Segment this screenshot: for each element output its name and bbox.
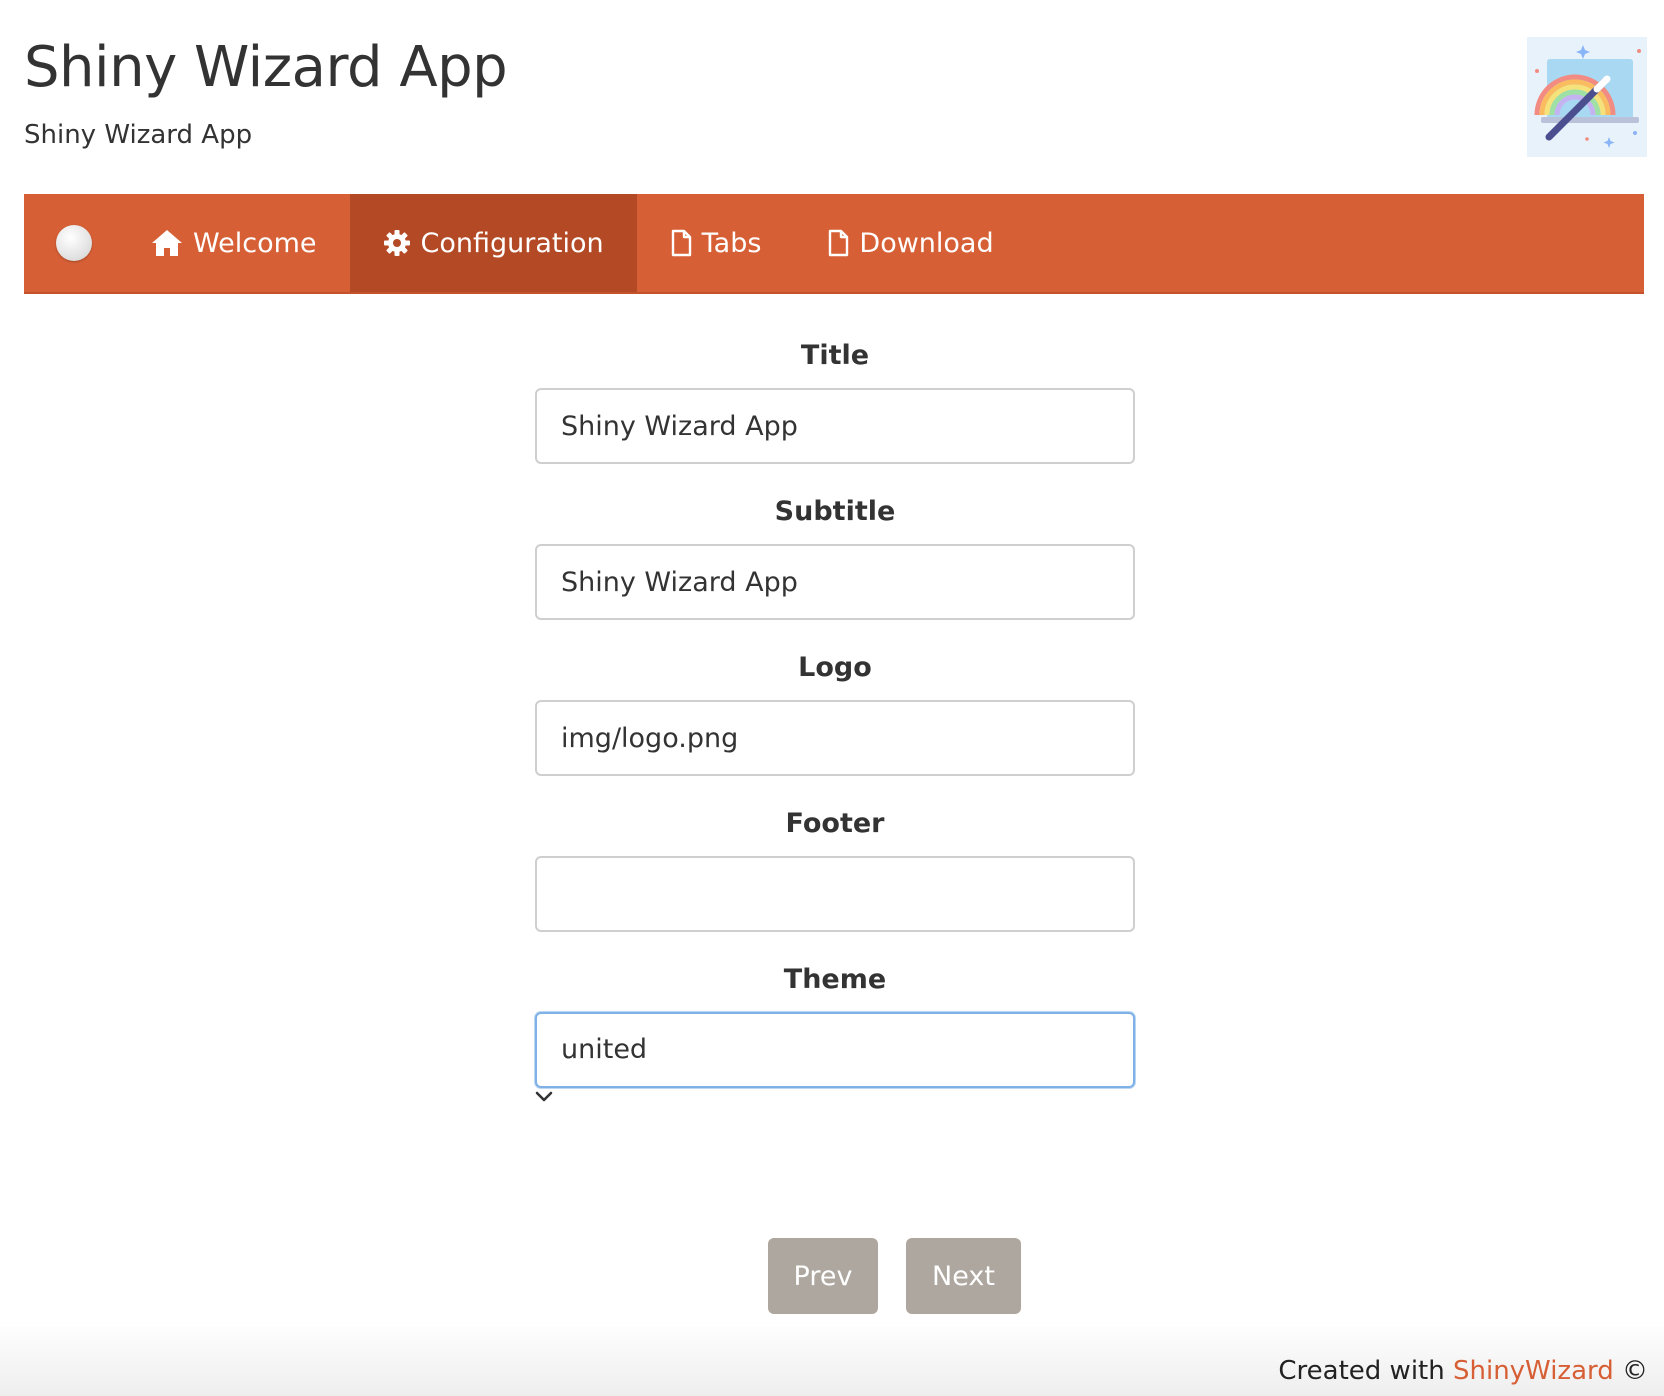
shinywizard-link[interactable]: ShinyWizard xyxy=(1453,1356,1614,1386)
tab-tabs-label: Tabs xyxy=(701,227,762,259)
subtitle-label: Subtitle xyxy=(774,496,896,527)
wizard-navigation: Prev Next xyxy=(768,1238,1021,1314)
app-title: Shiny Wizard App xyxy=(24,35,508,100)
page-footer: Created with ShinyWizard © xyxy=(0,1320,1664,1396)
tab-tabs[interactable]: Tabs xyxy=(637,194,795,292)
logo-field: Logo xyxy=(535,642,1135,776)
navbar-toggle-button[interactable] xyxy=(24,194,124,292)
theme-select-value[interactable]: united xyxy=(535,1012,1135,1088)
rainbow-wand-logo-icon xyxy=(1527,37,1647,157)
next-button[interactable]: Next xyxy=(906,1238,1021,1314)
title-field: Title xyxy=(535,330,1135,464)
app-header: Shiny Wizard App Shiny Wizard App xyxy=(24,30,508,151)
chevron-down-icon xyxy=(535,1091,553,1102)
tab-welcome-label: Welcome xyxy=(193,227,317,259)
footer-suffix: © xyxy=(1613,1356,1648,1386)
tab-configuration[interactable]: Configuration xyxy=(349,194,637,292)
app-subtitle: Shiny Wizard App xyxy=(24,120,253,150)
title-label: Title xyxy=(800,340,870,371)
theme-field: Theme united xyxy=(535,954,1135,1102)
subtitle-field: Subtitle xyxy=(535,486,1135,620)
theme-label: Theme xyxy=(783,964,887,995)
page: Shiny Wizard App Shiny Wizard App Welcom… xyxy=(0,0,1664,1396)
prev-button[interactable]: Prev xyxy=(768,1238,878,1314)
app-logo xyxy=(1527,37,1647,157)
navbar: Welcome Configuration Tabs Download xyxy=(24,194,1644,294)
footer-label: Footer xyxy=(785,808,885,839)
logo-input[interactable] xyxy=(535,700,1135,776)
tab-configuration-label: Configuration xyxy=(420,227,604,259)
configuration-form: Title Subtitle Logo Footer Theme united xyxy=(535,330,1135,1102)
tab-welcome[interactable]: Welcome xyxy=(124,194,350,292)
gear-icon xyxy=(383,230,410,256)
title-input[interactable] xyxy=(535,388,1135,464)
footer-input[interactable] xyxy=(535,856,1135,932)
footer-prefix: Created with xyxy=(1278,1356,1453,1386)
subtitle-input[interactable] xyxy=(535,544,1135,620)
footer-credit: Created with ShinyWizard © xyxy=(1278,1356,1648,1386)
file-icon xyxy=(671,229,691,257)
circle-icon xyxy=(56,225,92,261)
tab-download[interactable]: Download xyxy=(794,194,1026,292)
logo-label: Logo xyxy=(798,652,872,683)
theme-select[interactable]: united xyxy=(535,1012,1135,1102)
tab-download-label: Download xyxy=(859,227,994,259)
file-icon xyxy=(829,229,849,257)
footer-field: Footer xyxy=(535,798,1135,932)
home-icon xyxy=(152,230,182,256)
